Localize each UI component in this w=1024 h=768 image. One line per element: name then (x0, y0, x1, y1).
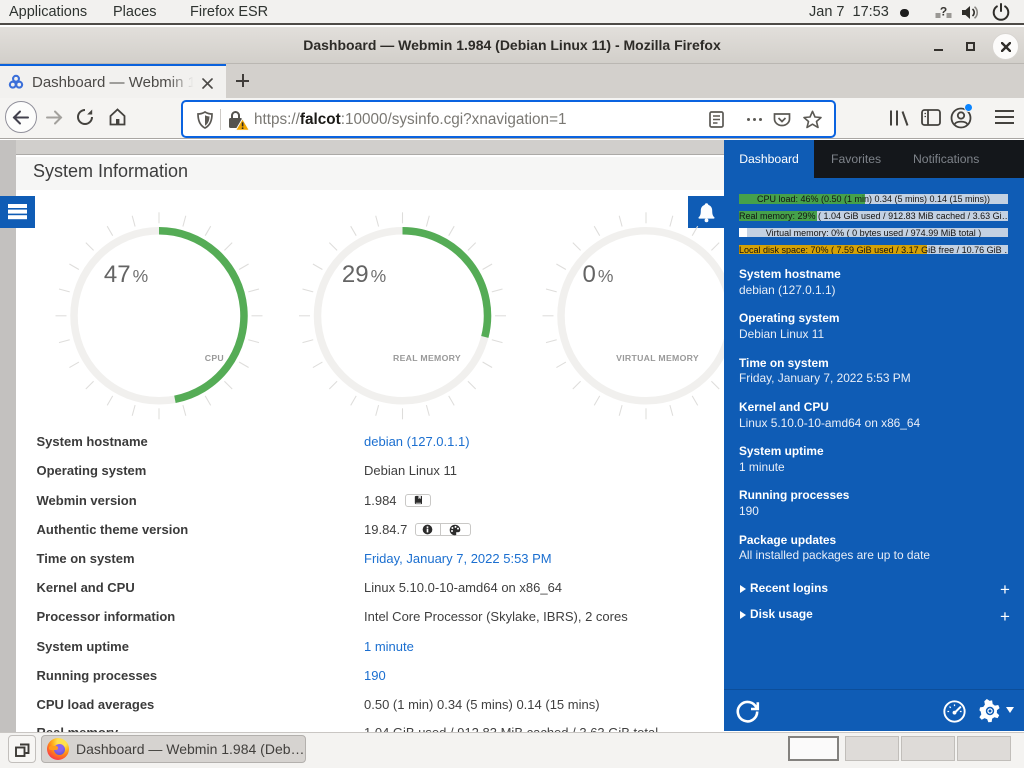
svg-text:?: ? (940, 5, 947, 19)
